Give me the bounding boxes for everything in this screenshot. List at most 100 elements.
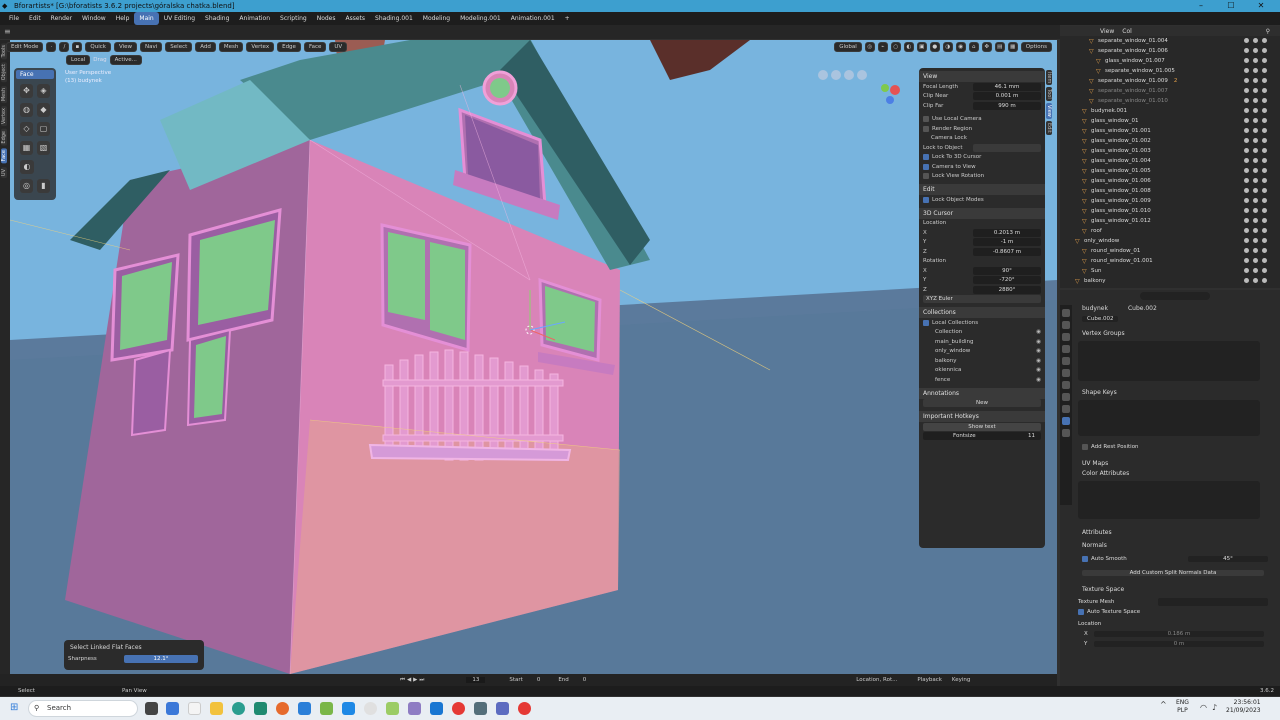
inset-tool-icon[interactable]: ▦ xyxy=(20,141,33,155)
keying-menu[interactable]: Keying xyxy=(952,677,970,683)
hotkeys-panel-header[interactable]: Important Hotkeys xyxy=(919,411,1045,422)
visibility-toggles[interactable] xyxy=(1244,88,1274,93)
outliner-view-menu[interactable]: View xyxy=(1100,28,1114,35)
zoom-icon[interactable] xyxy=(818,70,828,80)
restrict-icon[interactable] xyxy=(1244,108,1249,113)
camera-icon[interactable] xyxy=(1262,108,1267,113)
visibility-toggles[interactable] xyxy=(1244,128,1274,133)
mode-select[interactable]: Edit Mode xyxy=(6,42,44,52)
fontsize-field[interactable]: Fontsize 11 xyxy=(923,432,1041,441)
file-explorer-icon[interactable] xyxy=(210,702,223,715)
visibility-toggles[interactable] xyxy=(1244,48,1274,53)
app-icon-1[interactable] xyxy=(298,702,311,715)
camera-icon[interactable] xyxy=(1262,208,1267,213)
auto-smooth-angle[interactable]: 45° xyxy=(1188,556,1268,562)
vertex-menu[interactable]: Vertex xyxy=(246,42,275,52)
notepad-icon[interactable] xyxy=(188,702,201,715)
clip-far-field[interactable]: 990 m xyxy=(973,101,1041,110)
camera-icon[interactable] xyxy=(1262,78,1267,83)
camera-icon[interactable] xyxy=(1262,178,1267,183)
texture-mesh-field[interactable] xyxy=(1158,598,1268,606)
restrict-icon[interactable] xyxy=(1244,88,1249,93)
eye-icon[interactable] xyxy=(1253,258,1258,263)
vertex-select-icon[interactable]: · xyxy=(46,42,57,52)
restrict-icon[interactable] xyxy=(1244,78,1249,83)
app-icon-5[interactable] xyxy=(386,702,399,715)
language-indicator[interactable]: ENG PLP xyxy=(1176,699,1189,715)
restrict-icon[interactable] xyxy=(1244,218,1249,223)
select-tool-icon[interactable]: ◍ xyxy=(20,103,33,117)
outliner-row[interactable]: ▽ roof xyxy=(1060,226,1280,236)
uv-maps-header[interactable]: UV Maps xyxy=(1060,458,1280,468)
left-tab-object[interactable]: Object xyxy=(1,62,7,83)
eye-icon[interactable] xyxy=(1253,218,1258,223)
collection-item[interactable]: balkony ◉ xyxy=(919,356,1045,366)
3d-viewport[interactable]: User Perspective (13) budynek xyxy=(10,40,1057,674)
cursor-panel-header[interactable]: 3D Cursor xyxy=(919,207,1045,219)
modifier-props-icon[interactable] xyxy=(1062,381,1070,389)
visibility-toggles[interactable] xyxy=(1244,78,1274,83)
eye-icon[interactable]: ◉ xyxy=(1036,367,1041,373)
eye-icon[interactable] xyxy=(1253,168,1258,173)
camera-icon[interactable] xyxy=(1262,88,1267,93)
outliner-row[interactable]: ▽ glass_window_01.003 xyxy=(1060,146,1280,156)
transform-space-select[interactable]: Local xyxy=(66,55,91,65)
app-icon-7[interactable] xyxy=(430,702,443,715)
camera-icon[interactable] xyxy=(1262,98,1267,103)
eye-icon[interactable] xyxy=(1253,118,1258,123)
tray-chevron-icon[interactable]: ^ xyxy=(1160,700,1167,709)
texture-loc-y[interactable]: 0 m xyxy=(1094,641,1264,647)
eye-icon[interactable] xyxy=(1253,38,1258,43)
restrict-icon[interactable] xyxy=(1244,58,1249,63)
eye-icon[interactable] xyxy=(1253,238,1258,243)
outliner-filter-icon[interactable]: ⚲ xyxy=(1266,28,1270,35)
end-frame-field[interactable]: 0 xyxy=(583,677,587,683)
outliner-row[interactable]: ▽ Sun xyxy=(1060,266,1280,276)
restrict-icon[interactable] xyxy=(1244,68,1249,73)
visibility-toggles[interactable] xyxy=(1244,108,1274,113)
face-menu[interactable]: Face xyxy=(303,42,327,52)
camera-icon[interactable] xyxy=(1262,148,1267,153)
shading-material-icon[interactable]: ◑ xyxy=(942,42,953,52)
camera-icon[interactable] xyxy=(1262,168,1267,173)
eye-icon[interactable] xyxy=(1253,228,1258,233)
camera-icon[interactable] xyxy=(1262,118,1267,123)
left-tab-mesh[interactable]: Mesh xyxy=(1,85,7,103)
opera-icon[interactable] xyxy=(452,702,465,715)
start-frame-field[interactable]: 0 xyxy=(537,677,541,683)
workspace-tab-assets[interactable]: Assets xyxy=(341,12,371,25)
eye-icon[interactable] xyxy=(1253,178,1258,183)
collection-item[interactable]: fence ◉ xyxy=(919,375,1045,385)
vertex-groups-header[interactable]: Vertex Groups xyxy=(1060,328,1280,338)
workspace-tab-main[interactable]: Main xyxy=(134,12,159,25)
add-workspace-button[interactable]: + xyxy=(560,12,575,25)
restrict-icon[interactable] xyxy=(1244,228,1249,233)
view-panel-header[interactable]: View xyxy=(919,71,1045,82)
pivot-icon[interactable]: ◎ xyxy=(864,42,875,52)
restrict-icon[interactable] xyxy=(1244,118,1249,123)
gizmo-icon[interactable]: ✥ xyxy=(981,42,992,52)
shape-keys-header[interactable]: Shape Keys xyxy=(1060,387,1280,397)
world-props-icon[interactable] xyxy=(1062,357,1070,365)
workspace-tab-nodes[interactable]: Nodes xyxy=(312,12,341,25)
tool-shelf-header[interactable]: Face xyxy=(16,70,54,79)
grid-toggle-icon[interactable]: ▦ xyxy=(1007,42,1018,52)
visibility-toggles[interactable] xyxy=(1244,58,1274,63)
eye-icon[interactable] xyxy=(1253,148,1258,153)
show-text-button[interactable]: Show text xyxy=(923,422,1041,431)
active-select[interactable]: Active... xyxy=(109,55,142,65)
properties-object-name[interactable]: budynek xyxy=(1082,305,1108,312)
eye-icon[interactable] xyxy=(1253,208,1258,213)
eye-icon[interactable] xyxy=(1253,278,1258,283)
visibility-toggles[interactable] xyxy=(1244,188,1274,193)
use-local-camera-checkbox[interactable] xyxy=(923,116,929,123)
eye-icon[interactable] xyxy=(1253,198,1258,203)
cube-tool-icon[interactable]: ◈ xyxy=(37,84,50,98)
eye-icon[interactable] xyxy=(1253,108,1258,113)
left-tab-edge[interactable]: Edge xyxy=(1,128,7,146)
collection-item[interactable]: main_building ◉ xyxy=(919,337,1045,347)
outliner-row[interactable]: ▽ glass_window_01.004 xyxy=(1060,156,1280,166)
outliner-row[interactable]: ▽ only_window xyxy=(1060,236,1280,246)
restrict-icon[interactable] xyxy=(1244,168,1249,173)
outliner-row[interactable]: ▽ glass_window_01.002 xyxy=(1060,136,1280,146)
